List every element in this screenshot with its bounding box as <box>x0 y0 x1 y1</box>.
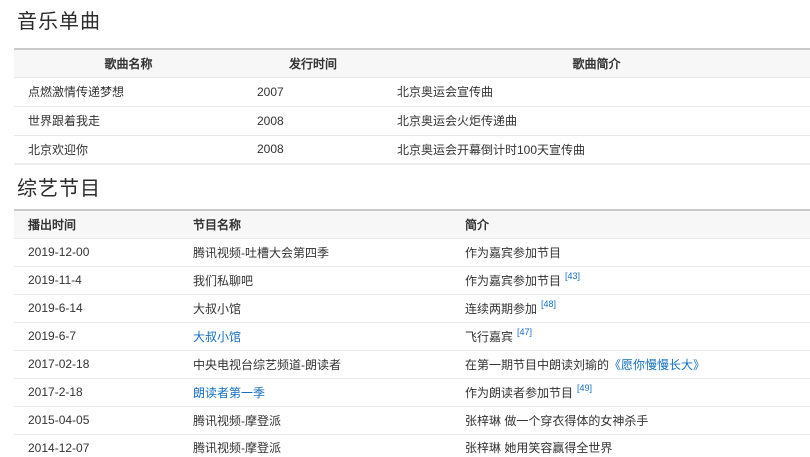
cell-text: 2019-6-14 <box>28 301 83 315</box>
table-row: 北京欢迎你 2008 北京奥运会开幕倒计时100天宣传曲 <box>14 135 810 164</box>
cell-text: 飞行嘉宾 <box>465 330 513 344</box>
cell-text: 点燃激情传递梦想 <box>28 85 124 99</box>
table-cell: 腾讯视频-吐槽大会第四季 <box>179 238 451 266</box>
column-header: 节目名称 <box>179 210 451 238</box>
article-content: 音乐单曲 歌曲名称发行时间歌曲简介点燃激情传递梦想 2007 北京奥运会宣传曲世界跟… <box>0 0 810 457</box>
cell-text: 2017-02-18 <box>28 357 89 371</box>
header-row: 歌曲名称发行时间歌曲简介 <box>14 49 810 77</box>
table-cell: 连续两期参加 [48] <box>451 294 810 322</box>
table-cell: 2007 <box>243 77 383 106</box>
cell-text: 连续两期参加 <box>465 302 537 316</box>
cell-text: 世界跟着我走 <box>28 114 100 128</box>
table-cell: 大叔小馆 <box>179 294 451 322</box>
table-row: 2015-04-05 腾讯视频-摩登派 张梓琳 做一个穿衣得体的女神杀手 <box>14 406 810 434</box>
cell-text: 2008 <box>257 114 284 128</box>
entry-link[interactable]: 《愿你慢慢长大》 <box>609 358 705 372</box>
table-cell: 2008 <box>243 106 383 135</box>
table-cell: 张梓琳 她用笑容赢得全世界 <box>451 434 810 457</box>
table-cell: 朗读者第一季 <box>179 378 451 406</box>
reference-link[interactable]: [48] <box>541 299 556 309</box>
entry-link[interactable]: 大叔小馆 <box>193 330 241 344</box>
table-cell: 北京奥运会宣传曲 <box>383 77 810 106</box>
table-row: 2019-6-7 大叔小馆 飞行嘉宾 [47] <box>14 322 810 350</box>
cell-text: 2007 <box>257 85 284 99</box>
cell-text: 2008 <box>257 142 284 156</box>
table-cell: 2019-12-00 <box>14 238 179 266</box>
table-cell: 作为嘉宾参加节目 <box>451 238 810 266</box>
cell-text: 张梓琳 做一个穿衣得体的女神杀手 <box>465 414 648 428</box>
music-singles-table: 歌曲名称发行时间歌曲简介点燃激情传递梦想 2007 北京奥运会宣传曲世界跟着我走 20… <box>14 48 810 165</box>
reference-link[interactable]: [49] <box>577 383 592 393</box>
table-cell: 作为嘉宾参加节目 [43] <box>451 266 810 294</box>
section-variety-shows: 综艺节目 播出时间节目名称简介2019-12-00腾讯视频-吐槽大会第四季作为嘉… <box>14 179 810 457</box>
variety-shows-table: 播出时间节目名称简介2019-12-00腾讯视频-吐槽大会第四季作为嘉宾参加节目… <box>14 209 810 457</box>
table-row: 2014-12-07 腾讯视频-摩登派 张梓琳 她用笑容赢得全世界 <box>14 434 810 457</box>
table-cell: 飞行嘉宾 [47] <box>451 322 810 350</box>
table-cell: 2019-6-14 <box>14 294 179 322</box>
table-row: 世界跟着我走 2008 北京奥运会火炬传递曲 <box>14 106 810 135</box>
table-cell: 张梓琳 做一个穿衣得体的女神杀手 <box>451 406 810 434</box>
reference-link[interactable]: [43] <box>565 271 580 281</box>
cell-text: 作为嘉宾参加节目 <box>465 274 561 288</box>
reference-link[interactable]: [47] <box>517 327 532 337</box>
column-header: 歌曲名称 <box>14 49 243 77</box>
table-cell: 2017-2-18 <box>14 378 179 406</box>
table-cell: 作为朗读者参加节目 [49] <box>451 378 810 406</box>
table-cell: 北京奥运会开幕倒计时100天宣传曲 <box>383 135 810 164</box>
table-cell: 2019-6-7 <box>14 322 179 350</box>
cell-text: 2014-12-07 <box>28 441 89 455</box>
column-header: 发行时间 <box>243 49 383 77</box>
cell-text: 2015-04-05 <box>28 413 89 427</box>
cell-text: 北京欢迎你 <box>28 143 88 157</box>
cell-text: 腾讯视频-摩登派 <box>193 441 281 455</box>
cell-text: 张梓琳 她用笑容赢得全世界 <box>465 441 612 455</box>
cell-text: 北京奥运会开幕倒计时100天宣传曲 <box>397 143 585 157</box>
table-row: 2019-6-14 大叔小馆 连续两期参加 [48] <box>14 294 810 322</box>
table-row: 2019-12-00 腾讯视频-吐槽大会第四季 作为嘉宾参加节目 <box>14 238 810 266</box>
cell-text: 2017-2-18 <box>28 385 83 399</box>
table-cell: 腾讯视频-摩登派 <box>179 406 451 434</box>
table-cell: 我们私聊吧 <box>179 266 451 294</box>
cell-text: 中央电视台综艺频道-朗读者 <box>193 358 341 372</box>
cell-text: 作为朗读者参加节目 <box>465 386 573 400</box>
table-row: 2019-11-4 我们私聊吧 作为嘉宾参加节目 [43] <box>14 266 810 294</box>
table-cell: 2008 <box>243 135 383 164</box>
table-row: 2017-02-18 中央电视台综艺频道-朗读者 在第一期节目中朗读刘瑜的《愿你慢慢… <box>14 350 810 378</box>
cell-text: 北京奥运会宣传曲 <box>397 85 493 99</box>
cell-text: 作为嘉宾参加节目 <box>465 246 561 260</box>
table-cell: 2015-04-05 <box>14 406 179 434</box>
table-cell: 世界跟着我走 <box>14 106 243 135</box>
table-cell: 北京奥运会火炬传递曲 <box>383 106 810 135</box>
table-cell: 大叔小馆 <box>179 322 451 350</box>
cell-text: 2019-11-4 <box>28 273 82 287</box>
entry-link[interactable]: 朗读者第一季 <box>193 386 265 400</box>
cell-text: 在第一期节目中朗读刘瑜的 <box>465 358 609 372</box>
cell-text: 我们私聊吧 <box>193 274 253 288</box>
table-cell: 2014-12-07 <box>14 434 179 457</box>
cell-text: 北京奥运会火炬传递曲 <box>397 114 517 128</box>
table-cell: 腾讯视频-摩登派 <box>179 434 451 457</box>
table-cell: 北京欢迎你 <box>14 135 243 164</box>
table-cell: 中央电视台综艺频道-朗读者 <box>179 350 451 378</box>
cell-text: 2019-12-00 <box>28 245 89 259</box>
column-header: 简介 <box>451 210 810 238</box>
section-music-singles: 音乐单曲 歌曲名称发行时间歌曲简介点燃激情传递梦想 2007 北京奥运会宣传曲世界跟… <box>14 12 810 165</box>
table-cell: 2019-11-4 <box>14 266 179 294</box>
section-title-music-singles: 音乐单曲 <box>17 12 810 33</box>
table-row: 2017-2-18 朗读者第一季 作为朗读者参加节目 [49] <box>14 378 810 406</box>
cell-text: 腾讯视频-吐槽大会第四季 <box>193 246 329 260</box>
section-title-variety-shows: 综艺节目 <box>17 179 810 200</box>
cell-text: 大叔小馆 <box>193 302 241 316</box>
column-header: 播出时间 <box>14 210 179 238</box>
table-cell: 点燃激情传递梦想 <box>14 77 243 106</box>
cell-text: 2019-6-7 <box>28 329 76 343</box>
table-row: 点燃激情传递梦想 2007 北京奥运会宣传曲 <box>14 77 810 106</box>
table-cell: 在第一期节目中朗读刘瑜的《愿你慢慢长大》 <box>451 350 810 378</box>
column-header: 歌曲简介 <box>383 49 810 77</box>
header-row: 播出时间节目名称简介 <box>14 210 810 238</box>
cell-text: 腾讯视频-摩登派 <box>193 414 281 428</box>
table-cell: 2017-02-18 <box>14 350 179 378</box>
